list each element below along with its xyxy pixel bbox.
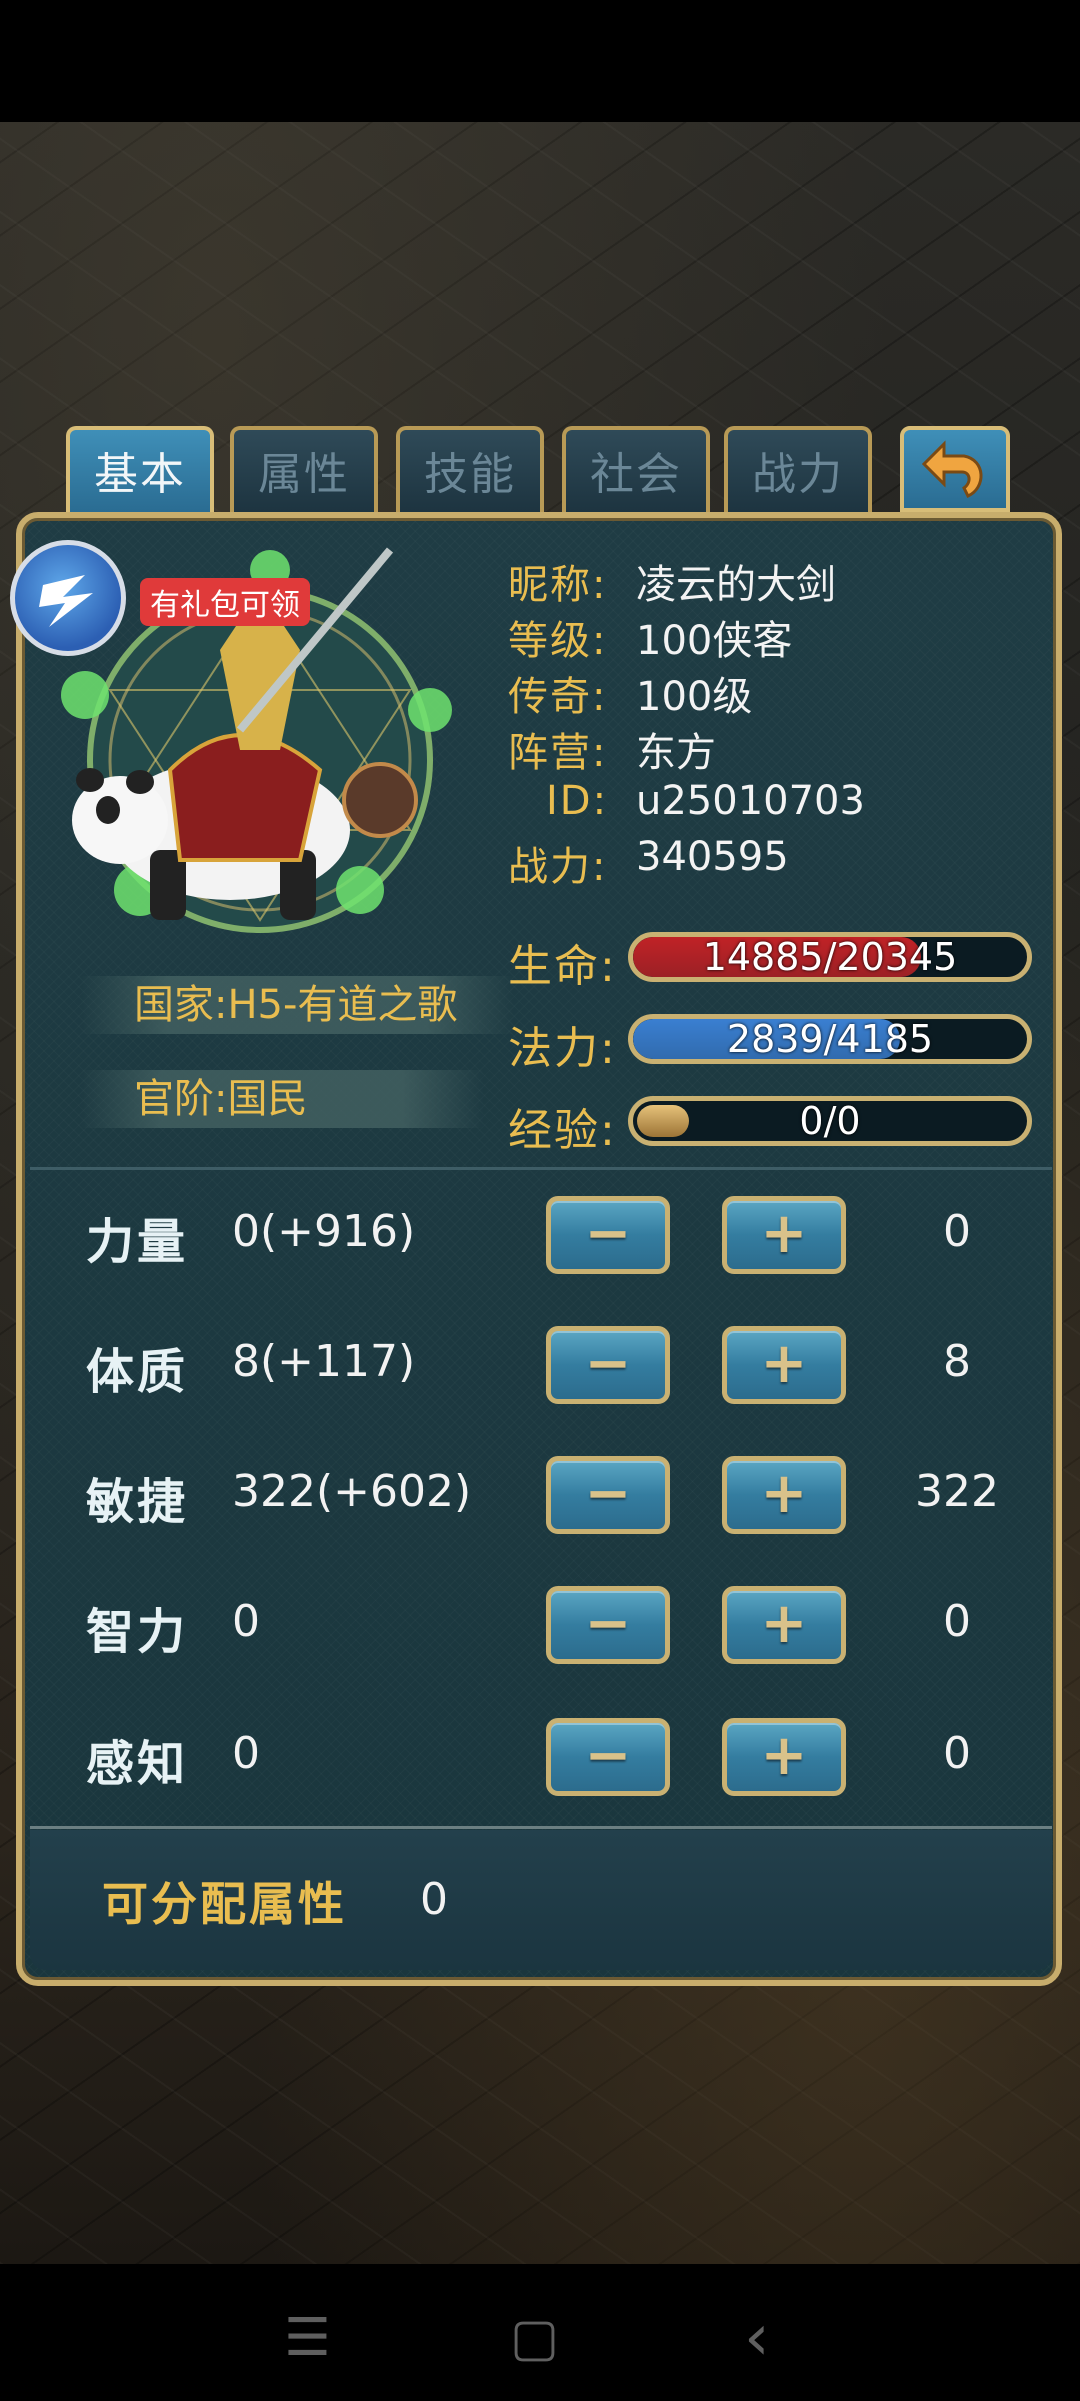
stat-allocated-constitution: 8	[943, 1336, 971, 1387]
tab-social[interactable]: 社会	[562, 426, 710, 512]
back-button[interactable]	[900, 426, 1010, 512]
camp-value: 东方	[636, 730, 716, 776]
back-icon[interactable]: ‹	[744, 2306, 770, 2370]
power-value: 340595	[636, 834, 789, 880]
agility-minus-button[interactable]: −	[546, 1456, 670, 1534]
nickname-label: 昵称:	[508, 562, 608, 608]
exp-label: 经验:	[508, 1105, 617, 1156]
minus-icon: −	[584, 1201, 632, 1266]
strength-minus-button[interactable]: −	[546, 1196, 670, 1274]
minus-icon: −	[584, 1461, 632, 1526]
stat-value-strength: 0(+916)	[232, 1206, 416, 1257]
legend-value: 100级	[636, 674, 753, 720]
home-icon[interactable]: ▢	[510, 2312, 559, 2364]
stat-name-constitution: 体质	[86, 1344, 189, 1400]
id-label: ID:	[546, 778, 609, 824]
status-bar	[0, 0, 1080, 122]
section-divider	[30, 1826, 1052, 1829]
agility-plus-button[interactable]: +	[722, 1456, 846, 1534]
stat-value-agility: 322(+602)	[232, 1466, 472, 1517]
nickname-value: 凌云的大剑	[636, 562, 836, 608]
exp-bar-text: 0/0	[799, 1099, 861, 1143]
stat-name-agility: 敏捷	[86, 1474, 189, 1530]
intelligence-minus-button[interactable]: −	[546, 1586, 670, 1664]
minus-icon: −	[584, 1723, 632, 1788]
plus-icon: +	[760, 1461, 808, 1526]
id-value: u25010703	[636, 778, 865, 824]
game-logo[interactable]	[10, 540, 126, 656]
stat-name-perception: 感知	[86, 1736, 189, 1792]
rank-label: 官阶:国民	[80, 1070, 484, 1128]
perception-minus-button[interactable]: −	[546, 1718, 670, 1796]
mp-bar-text: 2839/4185	[726, 1017, 934, 1061]
exp-bar: 0/0	[628, 1096, 1032, 1146]
power-label: 战力:	[508, 844, 608, 890]
mp-bar: 2839/4185	[628, 1014, 1032, 1064]
constitution-plus-button[interactable]: +	[722, 1326, 846, 1404]
plus-icon: +	[760, 1201, 808, 1266]
stat-allocated-perception: 0	[943, 1728, 971, 1779]
camp-label: 阵营:	[508, 730, 608, 776]
stat-name-strength: 力量	[86, 1214, 189, 1270]
back-arrow-icon	[921, 440, 983, 498]
logo-swoosh-icon	[39, 575, 93, 627]
plus-icon: +	[760, 1591, 808, 1656]
stat-value-intelligence: 0	[232, 1596, 260, 1647]
tab-attributes[interactable]: 属性	[230, 426, 378, 512]
perception-plus-button[interactable]: +	[722, 1718, 846, 1796]
hp-bar: 14885/20345	[628, 932, 1032, 982]
minus-icon: −	[584, 1331, 632, 1396]
stat-value-perception: 0	[232, 1728, 260, 1779]
level-value: 100侠客	[636, 618, 793, 664]
constitution-minus-button[interactable]: −	[546, 1326, 670, 1404]
plus-icon: +	[760, 1723, 808, 1788]
intelligence-plus-button[interactable]: +	[722, 1586, 846, 1664]
level-label: 等级:	[508, 618, 608, 664]
mp-label: 法力:	[508, 1023, 617, 1074]
menu-icon[interactable]: ☰	[284, 2312, 331, 2364]
stat-name-intelligence: 智力	[86, 1604, 189, 1660]
stat-allocated-agility: 322	[915, 1466, 999, 1517]
gift-badge[interactable]: 有礼包可领	[140, 578, 310, 626]
hp-bar-text: 14885/20345	[702, 935, 958, 979]
tab-power[interactable]: 战力	[724, 426, 872, 512]
unallocated-label: 可分配属性	[102, 1877, 347, 1931]
country-label: 国家:H5-有道之歌	[80, 976, 514, 1034]
stat-allocated-strength: 0	[943, 1206, 971, 1257]
tab-basic[interactable]: 基本	[66, 426, 214, 512]
strength-plus-button[interactable]: +	[722, 1196, 846, 1274]
tab-skills[interactable]: 技能	[396, 426, 544, 512]
hp-label: 生命:	[508, 941, 617, 992]
legend-label: 传奇:	[508, 674, 608, 720]
stat-value-constitution: 8(+117)	[232, 1336, 416, 1387]
unallocated-value: 0	[420, 1874, 448, 1925]
stat-allocated-intelligence: 0	[943, 1596, 971, 1647]
plus-icon: +	[760, 1331, 808, 1396]
minus-icon: −	[584, 1591, 632, 1656]
section-divider	[30, 1167, 1052, 1170]
